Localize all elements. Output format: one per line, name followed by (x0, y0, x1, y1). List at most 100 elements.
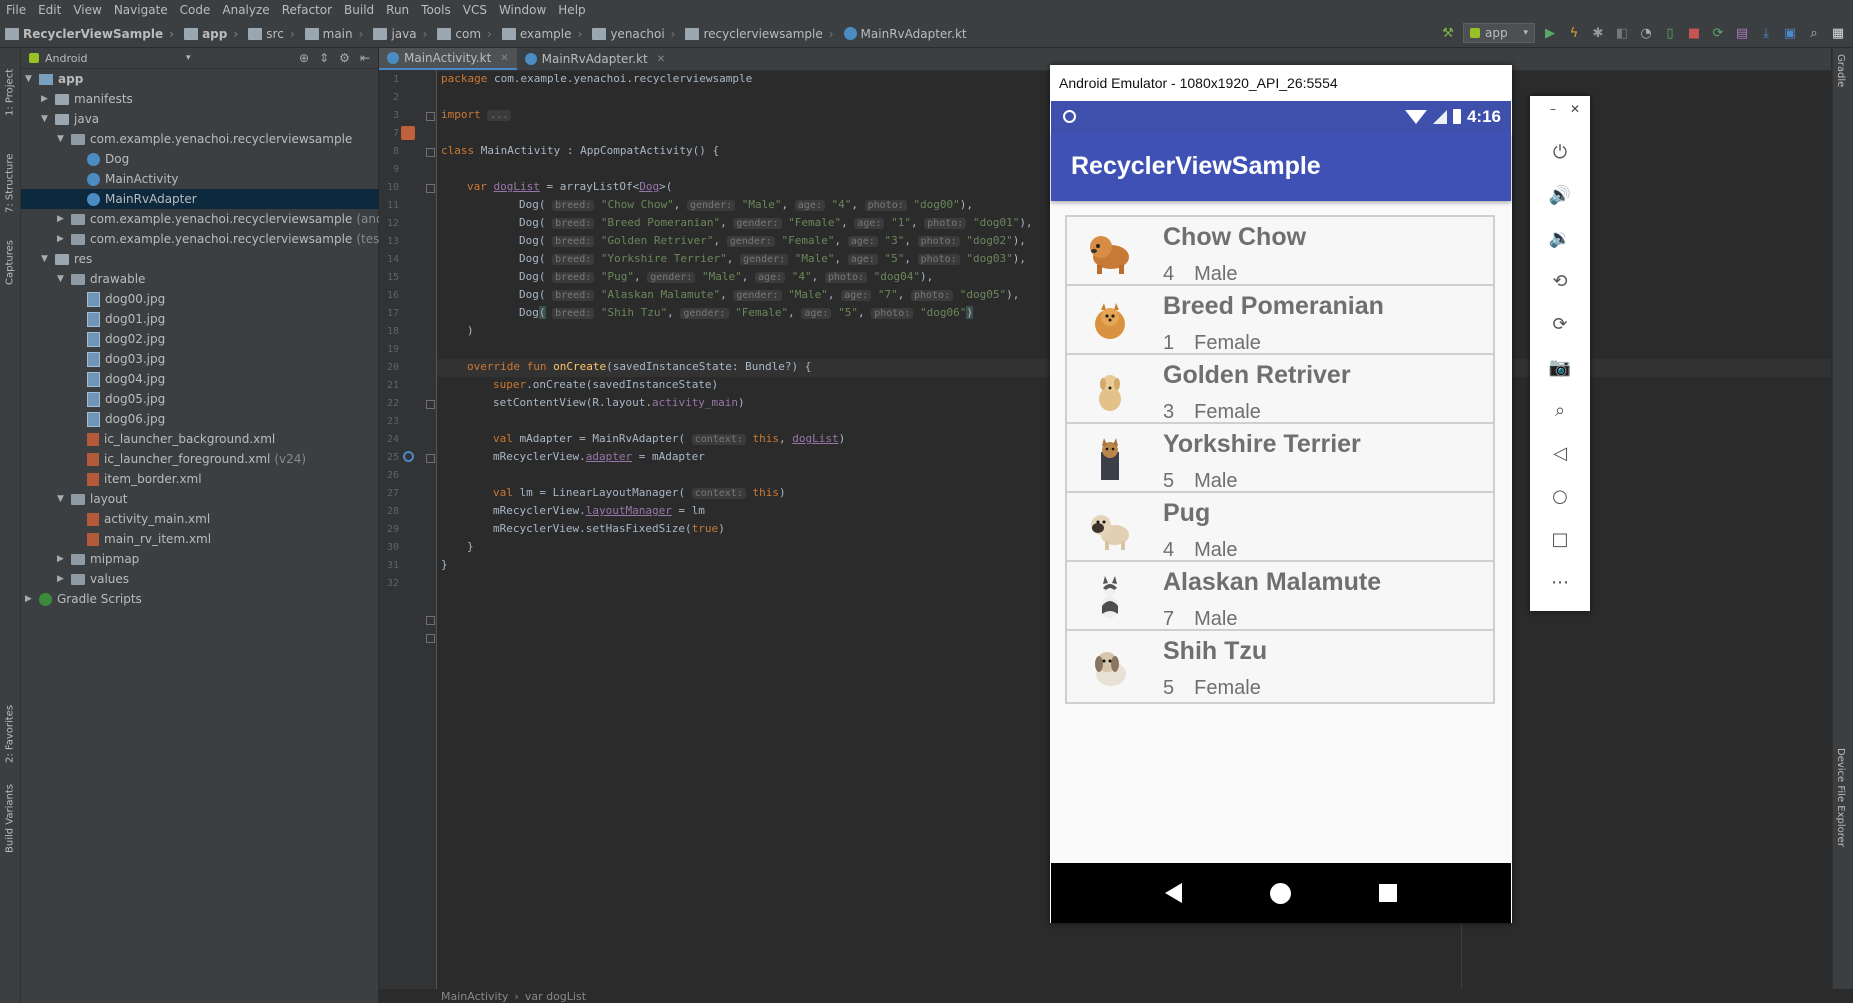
hide-icon[interactable]: ⇤ (360, 51, 370, 65)
collapse-icon[interactable]: ⇕ (319, 51, 329, 65)
expand-arrow-icon[interactable]: ▼ (57, 274, 67, 284)
tab-mainrvadapter[interactable]: MainRvAdapter.kt ✕ (517, 48, 673, 70)
editor-breadcrumb-item[interactable]: MainActivity (441, 990, 508, 1003)
breadcrumb-file[interactable]: MainRvAdapter.kt (839, 27, 972, 41)
apply-changes-icon[interactable]: ϟ (1565, 24, 1583, 42)
list-item[interactable]: Chow Chow 4 Male (1065, 215, 1495, 290)
fold-icon[interactable] (426, 148, 435, 157)
avd-manager-icon[interactable]: ▤ (1733, 24, 1751, 42)
tool-tab-gradle[interactable]: Gradle (1835, 54, 1846, 87)
gear-icon[interactable]: ⚙ (339, 51, 350, 65)
volume-down-icon[interactable]: 🔉 (1548, 226, 1572, 250)
fold-icon[interactable] (426, 634, 435, 643)
volume-up-icon[interactable]: 🔊 (1548, 183, 1572, 207)
menu-view[interactable]: View (67, 3, 107, 17)
menu-tools[interactable]: Tools (415, 3, 457, 17)
breadcrumb-src[interactable]: src › (243, 27, 299, 41)
overview-icon[interactable]: □ (1548, 527, 1572, 551)
search-icon[interactable]: ⌕ (1805, 24, 1823, 42)
menu-refactor[interactable]: Refactor (276, 3, 338, 17)
close-icon[interactable]: ✕ (500, 53, 508, 64)
overview-icon[interactable] (1379, 884, 1397, 902)
tree-item-app[interactable]: ▼ app (21, 69, 382, 89)
breadcrumb-java[interactable]: java › (368, 27, 432, 41)
project-structure-icon[interactable]: ▣ (1781, 24, 1799, 42)
back-icon[interactable] (1165, 883, 1182, 903)
list-item[interactable]: Breed Pomeranian 1 Female (1065, 284, 1495, 359)
menu-vcs[interactable]: VCS (457, 3, 493, 17)
list-item[interactable]: Shih Tzu 5 Female (1065, 629, 1495, 704)
fold-icon[interactable] (426, 400, 435, 409)
collapse-arrow-icon[interactable]: ▶ (57, 214, 67, 224)
close-icon[interactable]: ✕ (657, 54, 665, 65)
tool-tab-project[interactable]: 1: Project (1, 56, 19, 116)
editor-breadcrumb-item[interactable]: var dogList (525, 990, 586, 1003)
home-icon[interactable] (1270, 882, 1291, 904)
menu-navigate[interactable]: Navigate (108, 3, 174, 17)
tree-item-package-androidtest[interactable]: ▶ com.example.yenachoi.recyclerviewsample… (21, 209, 414, 229)
folded-code[interactable]: ... (487, 110, 512, 121)
tree-item-gradle-scripts[interactable]: ▶ Gradle Scripts (21, 589, 382, 609)
camera-icon[interactable]: 📷 (1548, 355, 1572, 379)
collapse-arrow-icon[interactable]: ▶ (41, 94, 51, 104)
breadcrumb-app[interactable]: app › (179, 27, 243, 41)
menu-run[interactable]: Run (380, 3, 415, 17)
tree-item-manifests[interactable]: ▶ manifests (21, 89, 398, 109)
sdk-manager-icon[interactable]: ⤓ (1757, 24, 1775, 42)
tree-item-layout[interactable]: ▼ layout (21, 489, 414, 509)
list-item[interactable]: Pug 4 Male (1065, 491, 1495, 566)
tab-mainactivity[interactable]: MainActivity.kt ✕ (379, 48, 517, 70)
list-item[interactable]: Golden Retriver 3 Female (1065, 353, 1495, 428)
list-item[interactable]: Alaskan Malamute 7 Male (1065, 560, 1495, 635)
attach-process-icon[interactable]: ▯ (1661, 24, 1679, 42)
breadcrumb-com[interactable]: com › (432, 27, 496, 41)
fold-icon[interactable] (426, 616, 435, 625)
tree-item-res[interactable]: ▼ res (21, 249, 398, 269)
home-icon[interactable]: ○ (1548, 484, 1572, 508)
run-config-select[interactable]: app ▾ (1463, 23, 1535, 43)
tool-tab-device-file-explorer[interactable]: Device File Explorer (1835, 748, 1846, 847)
tree-item-package[interactable]: ▼ com.example.yenachoi.recyclerviewsample (21, 129, 414, 149)
tree-item-java[interactable]: ▼ java (21, 109, 398, 129)
layout-icon[interactable]: ▦ (1829, 24, 1847, 42)
menu-analyze[interactable]: Analyze (216, 3, 275, 17)
close-icon[interactable]: ✕ (1570, 102, 1580, 116)
rotate-right-icon[interactable]: ⟳ (1548, 312, 1572, 336)
breadcrumb-main[interactable]: main › (300, 27, 369, 41)
expand-arrow-icon[interactable]: ▼ (57, 494, 67, 504)
expand-arrow-icon[interactable]: ▼ (41, 254, 51, 264)
power-icon[interactable]: ⏻ (1548, 140, 1572, 164)
run-icon[interactable]: ▶ (1541, 24, 1559, 42)
tool-tab-favorites[interactable]: 2: Favorites (1, 693, 19, 763)
breadcrumb-project[interactable]: RecyclerViewSample › (0, 27, 179, 41)
fold-icon[interactable] (426, 454, 435, 463)
tree-item-package-test[interactable]: ▶ com.example.yenachoi.recyclerviewsample… (21, 229, 414, 249)
tree-item-mipmap[interactable]: ▶ mipmap (21, 549, 414, 569)
menu-help[interactable]: Help (552, 3, 591, 17)
hammer-icon[interactable]: ⚒ (1439, 24, 1457, 42)
stop-icon[interactable]: ■ (1685, 24, 1703, 42)
menu-edit[interactable]: Edit (32, 3, 67, 17)
chevron-down-icon[interactable]: ▾ (186, 53, 191, 63)
tool-tab-structure[interactable]: 7: Structure (1, 138, 19, 213)
fold-icon[interactable] (426, 112, 435, 121)
attach-debugger-icon[interactable]: ◧ (1613, 24, 1631, 42)
zoom-icon[interactable]: ⌕ (1548, 398, 1572, 422)
expand-arrow-icon[interactable]: ▼ (57, 134, 67, 144)
collapse-arrow-icon[interactable]: ▶ (57, 554, 67, 564)
debug-icon[interactable]: ✱ (1589, 24, 1607, 42)
breadcrumb-example[interactable]: example › (497, 27, 587, 41)
project-view-mode[interactable]: Android (45, 52, 88, 65)
locate-icon[interactable]: ⊕ (299, 51, 309, 65)
more-icon[interactable]: ⋯ (1548, 570, 1572, 594)
menu-file[interactable]: File (0, 3, 32, 17)
tree-item-drawable[interactable]: ▼ drawable (21, 269, 414, 289)
rotate-left-icon[interactable]: ⟲ (1548, 269, 1572, 293)
expand-arrow-icon[interactable]: ▼ (25, 74, 35, 84)
menu-code[interactable]: Code (174, 3, 217, 17)
breadcrumb-yenachoi[interactable]: yenachoi › (587, 27, 680, 41)
back-icon[interactable]: ◁ (1548, 441, 1572, 465)
collapse-arrow-icon[interactable]: ▶ (25, 594, 35, 604)
override-gutter-icon[interactable] (403, 451, 414, 462)
tree-item-values[interactable]: ▶ values (21, 569, 414, 589)
